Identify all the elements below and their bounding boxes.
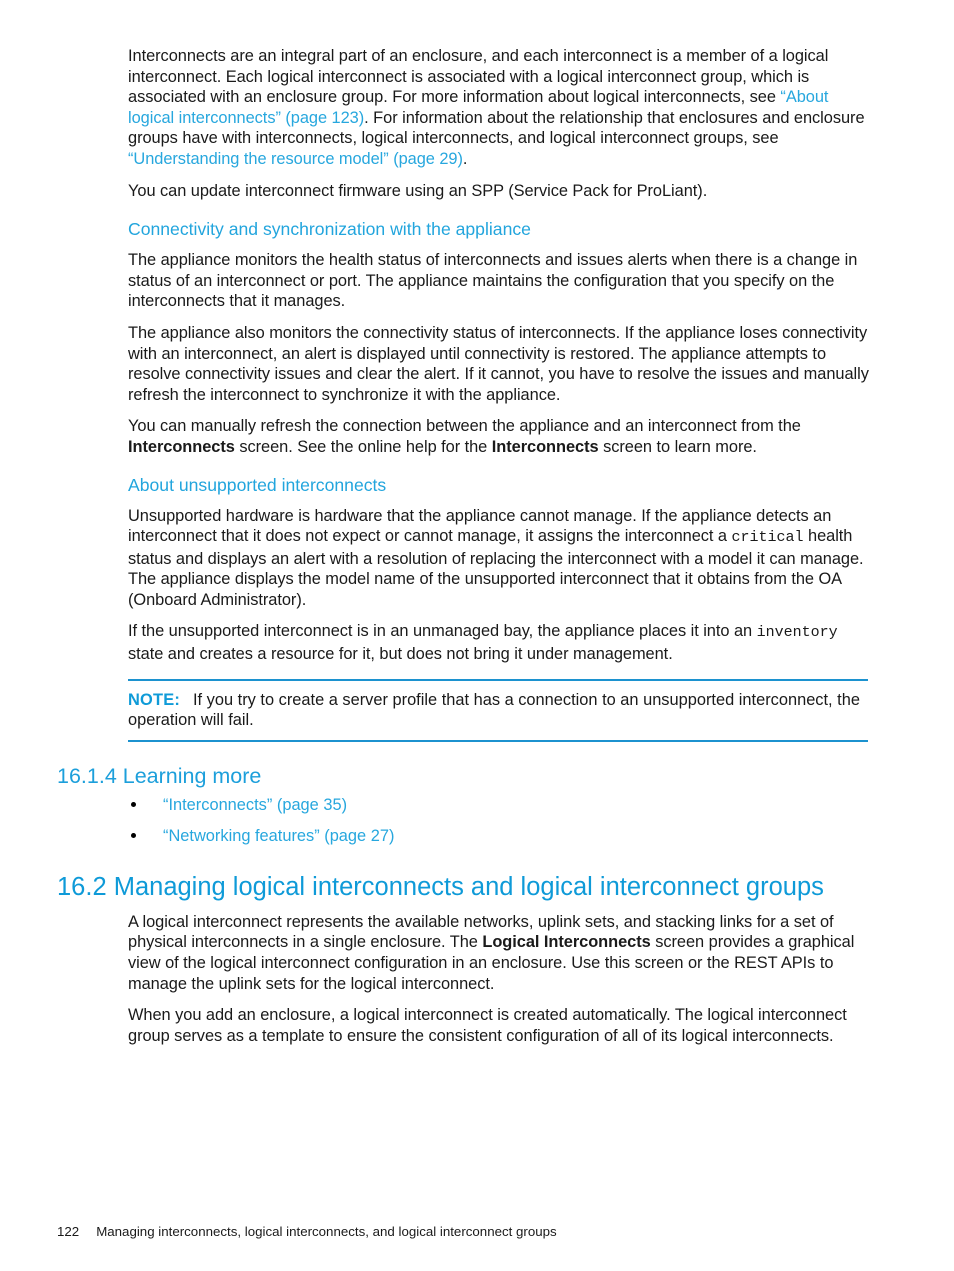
code-critical: critical <box>731 529 804 547</box>
intro-text-a: Interconnects are an integral part of an… <box>128 47 829 107</box>
list-item: “Networking features” (page 27) <box>131 826 869 846</box>
note-admonition: NOTE: If you try to create a server profi… <box>57 678 869 742</box>
heading-about-unsupported-interconnects: About unsupported interconnects <box>128 474 387 495</box>
ui-label-interconnects-screen-2: Interconnects <box>491 437 599 456</box>
ui-label-interconnects-screen-1: Interconnects <box>128 437 235 456</box>
note-label: NOTE: <box>128 690 180 709</box>
unsupported-p1-text-a: Unsupported hardware is hardware that th… <box>128 506 832 546</box>
managing-paragraph-1: A logical interconnect represents the av… <box>57 912 869 994</box>
xref-interconnects[interactable]: “Interconnects” (page 35) <box>163 796 347 814</box>
unsupported-paragraph-1: Unsupported hardware is hardware that th… <box>57 506 869 611</box>
connectivity-p3-text-a: You can manually refresh the connection … <box>128 417 801 436</box>
connectivity-p3-text-c: screen to learn more. <box>598 437 757 456</box>
bullet-icon <box>131 801 136 807</box>
note-content: NOTE: If you try to create a server profi… <box>128 681 868 740</box>
connectivity-paragraph-3: You can manually refresh the connection … <box>57 416 869 457</box>
unsupported-paragraph-2: If the unsupported interconnect is in an… <box>57 621 869 664</box>
heading-connectivity-and-synchronization: Connectivity and synchronization with th… <box>128 219 531 240</box>
list-item: “Interconnects” (page 35) <box>131 795 869 815</box>
note-bottom-rule <box>128 739 868 742</box>
unsupported-p2-text-a: If the unsupported interconnect is in an… <box>128 622 757 641</box>
intro-text-c: . <box>462 149 468 168</box>
footer-page-number: 122 <box>57 1224 80 1239</box>
heading-16-1-4-learning-more: 16.1.4 Learning more <box>57 763 262 788</box>
page-content: Interconnects are an integral part of an… <box>57 46 869 1057</box>
learning-more-list: “Interconnects” (page 35) “Networking fe… <box>57 795 869 846</box>
managing-paragraph-2: When you add an enclosure, a logical int… <box>128 1006 847 1045</box>
connectivity-paragraph-2: The appliance also monitors the connecti… <box>128 323 869 404</box>
document-page: Interconnects are an integral part of an… <box>0 0 954 1271</box>
intro-paragraph-1: Interconnects are an integral part of an… <box>57 46 869 170</box>
xref-understanding-resource-model[interactable]: “Understanding the resource model” (page… <box>128 150 463 168</box>
code-inventory: inventory <box>756 624 838 642</box>
heading-16-2-managing-logical-interconnects: 16.2 Managing logical interconnects and … <box>57 872 824 901</box>
footer-chapter-title: Managing interconnects, logical intercon… <box>96 1224 557 1239</box>
page-footer: 122 Managing interconnects, logical inter… <box>57 1223 877 1240</box>
connectivity-p3-text-b: screen. See the online help for the <box>234 437 492 456</box>
connectivity-paragraph-1: The appliance monitors the health status… <box>128 251 858 311</box>
bullet-icon <box>131 832 136 838</box>
note-text: If you try to create a server profile th… <box>128 690 860 730</box>
xref-networking-features[interactable]: “Networking features” (page 27) <box>163 827 394 845</box>
intro-paragraph-2: You can update interconnect firmware usi… <box>128 181 708 200</box>
ui-label-logical-interconnects-screen: Logical Interconnects <box>482 933 651 952</box>
unsupported-p2-text-b: state and creates a resource for it, but… <box>128 645 673 664</box>
